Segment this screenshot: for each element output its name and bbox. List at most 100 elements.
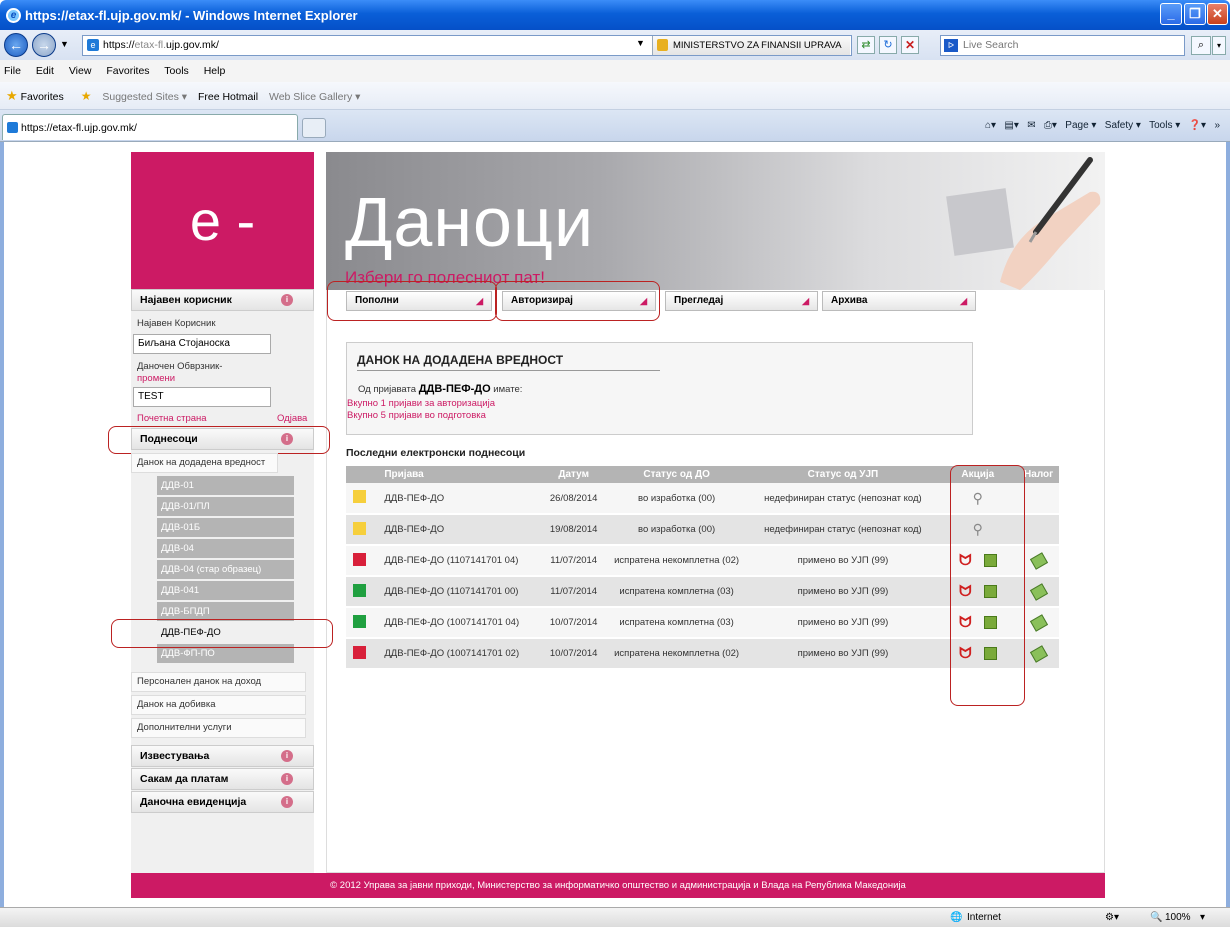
draft-count-link[interactable]: Вкупно 5 пријави во подготовка	[347, 410, 486, 421]
tools-menu[interactable]: Tools ▾	[1149, 120, 1180, 131]
date-cell: 11/07/2014	[542, 576, 605, 608]
fav-web-slice-gallery[interactable]: Web Slice Gallery ▾	[269, 91, 360, 103]
url-prefix: https://	[103, 39, 135, 51]
compatibility-icon[interactable]: ⇄	[857, 36, 875, 54]
minimize-button[interactable]: _	[1160, 3, 1182, 25]
expand-icon: i	[281, 773, 293, 785]
search-options-icon[interactable]: ▾	[1212, 36, 1226, 55]
logout-link[interactable]: Одјава	[277, 413, 307, 424]
nav-archive-button[interactable]: Архива ◢	[822, 291, 976, 311]
home-icon[interactable]: ⌂▾	[985, 120, 996, 131]
collapse-icon: i	[281, 294, 293, 306]
maximize-button[interactable]: ❐	[1184, 3, 1206, 25]
menu-tools[interactable]: Tools	[164, 65, 189, 77]
tax-records-header[interactable]: Даночна евиденција i	[131, 791, 314, 813]
fav-suggested-sites[interactable]: Suggested Sites ▾	[102, 91, 187, 103]
zoom-dropdown-icon[interactable]: ▾	[1200, 908, 1205, 927]
ddv-form-item[interactable]: ДДВ-041	[157, 581, 294, 601]
payment-order-icon[interactable]	[1029, 551, 1048, 570]
expand-icon: i	[281, 750, 293, 762]
status-do-cell: испратена комплетна (03)	[604, 607, 749, 639]
logged-user-header[interactable]: Најавен корисник i	[131, 289, 314, 311]
add-favorite-icon[interactable]: ★	[81, 89, 92, 103]
fav-free-hotmail[interactable]: Free Hotmail	[198, 91, 258, 103]
help-icon[interactable]: ❓▾	[1189, 120, 1206, 131]
form-name-cell: ДДВ-ПЕФ-ДО (1107141701 00)	[372, 576, 543, 608]
sidebar-item-additional-services[interactable]: Дополнителни услуги	[131, 718, 306, 738]
back-button[interactable]: ←	[4, 33, 28, 57]
close-button[interactable]: ✕	[1207, 3, 1228, 25]
zoom-icon[interactable]: 🔍	[1150, 908, 1162, 927]
sidebar-item-profit-tax[interactable]: Данок на добивка	[131, 695, 306, 715]
window-titlebar: e https://etax-fl.ujp.gov.mk/ - Windows …	[0, 0, 1230, 30]
address-dropdown-icon[interactable]: ▼	[636, 38, 645, 48]
authorize-count-link[interactable]: Вкупно 1 пријави за авторизација	[347, 398, 495, 409]
zoom-level[interactable]: 100%	[1165, 908, 1191, 927]
refresh-icon[interactable]: ↻	[879, 36, 897, 54]
home-link[interactable]: Почетна страна	[137, 413, 207, 424]
form-name-cell: ДДВ-ПЕФ-ДО	[372, 514, 543, 546]
ddv-form-item[interactable]: ДДВ-04 (стар образец)	[157, 560, 294, 580]
ddv-form-item[interactable]: ДДВ-01	[157, 476, 294, 496]
menu-file[interactable]: File	[4, 65, 21, 77]
stop-icon[interactable]: ✕	[901, 36, 919, 54]
page-menu[interactable]: Page ▾	[1065, 120, 1096, 131]
last-submissions-title: Последни електронски поднесоци	[346, 447, 526, 459]
row-color-cell	[346, 607, 373, 639]
tab-active[interactable]: https://etax-fl.ujp.gov.mk/	[2, 114, 298, 140]
payment-order-icon[interactable]	[1029, 613, 1048, 632]
payment-order-icon[interactable]	[1029, 582, 1048, 601]
menu-help[interactable]: Help	[204, 65, 226, 77]
status-do-cell: во изработка (00)	[604, 514, 749, 546]
new-tab-button[interactable]	[302, 118, 326, 138]
status-ujp-cell: примено во УЈП (99)	[748, 607, 938, 639]
menu-view[interactable]: View	[69, 65, 92, 77]
safety-menu[interactable]: Safety ▾	[1105, 120, 1141, 131]
menu-favorites[interactable]: Favorites	[106, 65, 149, 77]
history-dropdown-icon[interactable]: ▼	[60, 39, 69, 49]
print-icon[interactable]: ⎙▾	[1044, 120, 1057, 131]
tab-label: https://etax-fl.ujp.gov.mk/	[21, 122, 137, 134]
command-bar: ⌂▾ ▤▾ ✉ ⎙▾ Page ▾ Safety ▾ Tools ▾ ❓▾ »	[890, 110, 1220, 142]
menu-bar: File Edit View Favorites Tools Help	[0, 60, 1230, 82]
row-color-cell	[346, 576, 373, 608]
nav-review-button[interactable]: Прегледај ◢	[665, 291, 818, 311]
ddv-form-item[interactable]: ДДВ-01Б	[157, 518, 294, 538]
notifications-header[interactable]: Известувања i	[131, 745, 314, 767]
search-icon[interactable]: ⌕	[1191, 36, 1211, 55]
search-input[interactable]: ᐅ Live Search	[940, 35, 1185, 56]
protected-mode-icon[interactable]: ⚙▾	[1105, 908, 1119, 927]
payment-order-icon[interactable]	[1029, 644, 1048, 663]
mail-icon[interactable]: ✉	[1027, 120, 1035, 131]
form-name-cell: ДДВ-ПЕФ-ДО (1007141701 04)	[372, 607, 543, 639]
date-cell: 26/08/2014	[542, 483, 605, 515]
feeds-icon[interactable]: ▤▾	[1004, 120, 1018, 131]
highlight-actions	[950, 465, 1025, 706]
change-taxpayer-link[interactable]: промени	[137, 373, 175, 384]
url-host-dim: etax-fl.	[134, 39, 167, 51]
security-report[interactable]: MINISTERSTVO ZA FINANSII UPRAVA ...	[652, 36, 850, 70]
column-header-form[interactable]: Пријава	[372, 466, 543, 483]
column-header-status-ujp[interactable]: Статус од УЈП	[748, 466, 938, 483]
favorites-star-icon: ★	[6, 88, 18, 103]
forward-button[interactable]: →	[32, 33, 56, 57]
vat-form-name: ДДВ-ПЕФ-ДО	[418, 383, 491, 395]
ddv-form-item[interactable]: ДДВ-01/ПЛ	[157, 497, 294, 517]
status-ujp-cell: примено во УЈП (99)	[748, 638, 938, 670]
arrow-icon: ◢	[960, 296, 967, 306]
column-header-date[interactable]: Датум	[542, 466, 605, 483]
favorites-button[interactable]: Favorites	[21, 91, 64, 103]
ddv-form-item[interactable]: ДДВ-04	[157, 539, 294, 559]
menu-edit[interactable]: Edit	[36, 65, 54, 77]
form-name-cell: ДДВ-ПЕФ-ДО	[372, 483, 543, 515]
sidebar-item-vat[interactable]: Данок на додадена вредност	[131, 453, 278, 473]
lock-icon	[657, 39, 668, 51]
site-logo[interactable]: e -	[131, 152, 314, 290]
status-bar: 🌐 Internet ⚙▾ 🔍 100% ▾	[0, 907, 1230, 927]
column-header-status-do[interactable]: Статус од ДО	[604, 466, 749, 483]
notifications-header-label: Известувања	[140, 750, 210, 762]
chevron-more-icon[interactable]: »	[1214, 120, 1220, 131]
sidebar-item-personal-income[interactable]: Персонален данок на доход	[131, 672, 306, 692]
internet-zone-icon: 🌐	[950, 912, 963, 923]
payment-header[interactable]: Сакам да платам i	[131, 768, 314, 790]
